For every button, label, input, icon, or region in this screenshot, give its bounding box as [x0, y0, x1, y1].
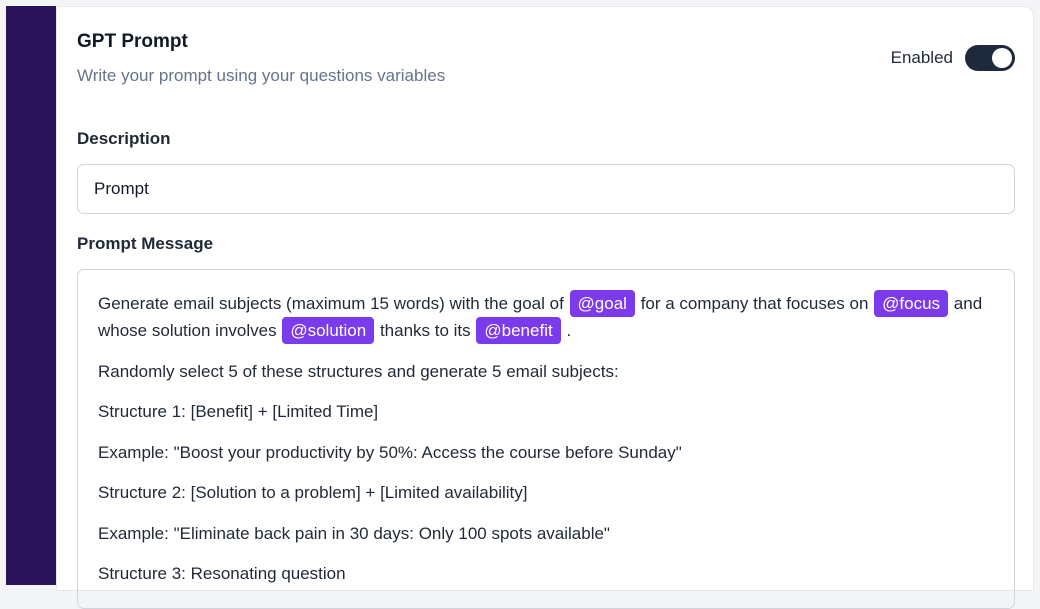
- variable-chip-solution[interactable]: @solution: [282, 317, 375, 344]
- variable-chip-goal[interactable]: @goal: [569, 290, 635, 317]
- variable-chip-benefit[interactable]: @benefit: [476, 317, 561, 344]
- intro-text-2: for a company that focuses on: [640, 294, 869, 313]
- prompt-intro-paragraph: Generate email subjects (maximum 15 word…: [98, 290, 994, 344]
- prompt-message-editor[interactable]: Generate email subjects (maximum 15 word…: [77, 269, 1015, 609]
- prompt-line: Example: "Eliminate back pain in 30 days…: [98, 523, 610, 543]
- toggle-knob: [992, 48, 1012, 68]
- description-label: Description: [77, 129, 171, 148]
- card-subtitle: Write your prompt using your questions v…: [77, 66, 446, 85]
- prompt-line: Example: "Boost your productivity by 50%…: [98, 442, 682, 462]
- gpt-prompt-card: GPT Prompt Write your prompt using your …: [56, 6, 1034, 609]
- prompt-line: Structure 2: [Solution to a problem] + […: [98, 483, 528, 502]
- sidebar-strip: [6, 6, 58, 585]
- enabled-toggle-group: Enabled: [891, 45, 1015, 71]
- prompt-line: Randomly select 5 of these structures an…: [98, 361, 619, 381]
- prompt-message-label: Prompt Message: [77, 234, 214, 253]
- card-title: GPT Prompt: [77, 31, 188, 52]
- description-input[interactable]: [77, 164, 1015, 214]
- prompt-line: Structure 3: Resonating question: [98, 564, 346, 583]
- prompt-line: Structure 1: [Benefit] + [Limited Time]: [98, 402, 379, 421]
- enabled-toggle[interactable]: [965, 45, 1015, 71]
- intro-text-5: .: [566, 321, 572, 340]
- variable-chip-focus[interactable]: @focus: [874, 290, 949, 317]
- enabled-toggle-label: Enabled: [890, 48, 953, 67]
- intro-text-4: thanks to its: [379, 321, 471, 340]
- intro-text-1: Generate email subjects (maximum 15 word…: [98, 294, 564, 313]
